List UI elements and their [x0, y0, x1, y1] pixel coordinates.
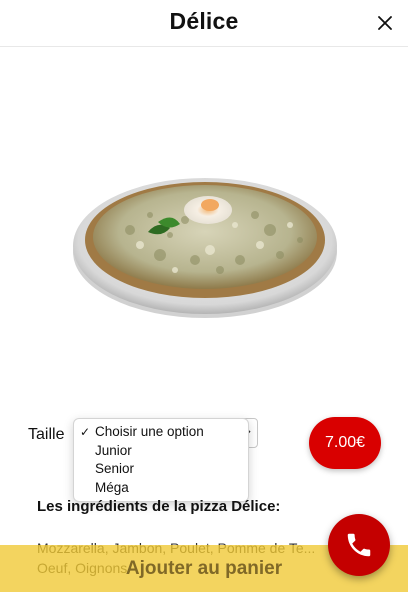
close-icon[interactable]: [374, 12, 396, 34]
check-icon: ✓: [80, 425, 91, 439]
size-label: Taille: [28, 426, 65, 443]
size-option-choose[interactable]: ✓ Choisir une option: [74, 423, 248, 442]
header: Délice: [0, 0, 408, 47]
ingredients-heading: Les ingrédients de la pizza Délice:: [37, 498, 281, 515]
pizza-image: [70, 160, 340, 325]
page-title: Délice: [169, 8, 239, 34]
call-button[interactable]: [328, 514, 390, 576]
size-option-junior[interactable]: Junior: [74, 442, 248, 461]
size-option-mega[interactable]: Méga: [74, 479, 248, 498]
add-to-cart-label: Ajouter au panier: [125, 557, 283, 579]
price-button[interactable]: 7.00€: [309, 417, 381, 469]
phone-icon: [347, 533, 371, 557]
size-option-senior[interactable]: Senior: [74, 460, 248, 479]
size-dropdown: ✓ Choisir une option Junior Senior Méga: [73, 418, 249, 502]
